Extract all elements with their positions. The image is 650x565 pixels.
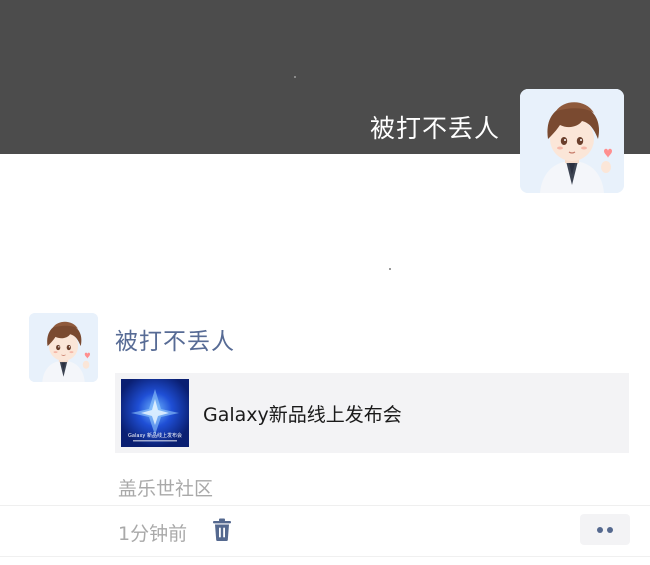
shared-link-card[interactable]: Galaxy 新品线上发布会 Galaxy新品线上发布会	[115, 373, 629, 453]
delete-post-button[interactable]	[211, 518, 233, 542]
cover-avatar[interactable]	[520, 89, 624, 193]
divider	[0, 505, 650, 506]
shared-link-thumbnail: Galaxy 新品线上发布会	[121, 379, 189, 447]
moments-page: 被打不丢人 被打不丢人 Galaxy 新品线上发布会 Galaxy新品线上发布会…	[0, 0, 650, 565]
post-avatar[interactable]	[29, 313, 98, 382]
page-decoration-dot	[389, 268, 391, 270]
cover-user-name[interactable]: 被打不丢人	[370, 109, 500, 145]
avatar-illustration	[520, 89, 624, 193]
thumbnail-caption: Galaxy 新品线上发布会	[128, 432, 182, 439]
avatar-illustration	[29, 313, 98, 382]
bottom-divider	[0, 556, 650, 557]
trash-icon	[213, 518, 231, 541]
more-dots-icon	[607, 527, 613, 533]
post-timestamp: 1分钟前	[118, 523, 188, 545]
cover-decoration-dot	[294, 76, 296, 78]
more-actions-button[interactable]	[580, 514, 630, 545]
shared-link-title: Galaxy新品线上发布会	[203, 404, 402, 426]
post-source[interactable]: 盖乐世社区	[118, 474, 213, 501]
more-dots-icon	[597, 527, 603, 533]
galaxy-thumbnail-art: Galaxy 新品线上发布会	[121, 379, 189, 447]
post-author-name[interactable]: 被打不丢人	[115, 322, 235, 356]
